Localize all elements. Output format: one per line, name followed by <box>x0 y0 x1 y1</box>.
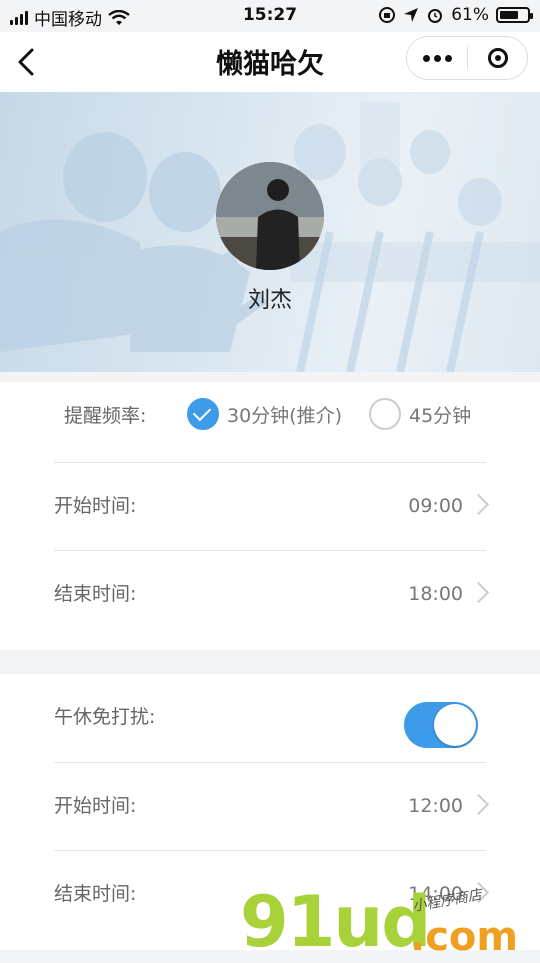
option-30-minutes[interactable]: 30分钟(推介) <box>187 398 342 430</box>
start-time-label: 开始时间: <box>54 495 137 517</box>
navigation-bar: 懒猫哈欠 <box>0 32 540 92</box>
close-target-icon <box>488 48 508 68</box>
chevron-right-icon <box>467 493 490 516</box>
nap-dnd-row: 午休免打扰: <box>54 674 486 763</box>
nap-start-label: 开始时间: <box>54 795 137 817</box>
reminder-frequency-row: 提醒频率: 30分钟(推介) 45分钟 <box>54 382 486 463</box>
option-45-label: 45分钟 <box>409 404 472 427</box>
mini-program-capsule <box>406 36 528 80</box>
nap-dnd-label: 午休免打扰: <box>54 706 156 728</box>
reminder-settings-card: 提醒频率: 30分钟(推介) 45分钟 开始时间: 09:00 结束时间: 18… <box>0 382 540 650</box>
nap-end-label: 结束时间: <box>54 883 137 905</box>
battery-percent: 61% <box>451 5 489 25</box>
chevron-right-icon <box>467 581 490 604</box>
more-dots-icon <box>422 54 430 62</box>
nap-dnd-toggle[interactable] <box>404 702 478 748</box>
profile-banner: 刘杰 <box>0 92 540 372</box>
user-name: 刘杰 <box>247 288 292 313</box>
location-arrow-icon <box>404 8 419 22</box>
reminder-frequency-label: 提醒频率: <box>64 405 147 427</box>
watermark-domain: .com <box>410 914 519 960</box>
status-bar: 中国移动 15:27 61% <box>0 0 540 32</box>
battery-icon <box>496 7 533 23</box>
reminder-end-time-row[interactable]: 结束时间: 18:00 <box>54 550 490 638</box>
close-button[interactable] <box>468 37 528 79</box>
start-time-value: 09:00 <box>408 495 463 517</box>
watermark-brand: 91ud <box>240 881 431 963</box>
nap-start-value: 12:00 <box>408 795 463 817</box>
avatar-photo <box>216 162 324 270</box>
watermark-logo: 91ud .com 小程序商店 <box>240 884 540 960</box>
chevron-right-icon <box>467 793 490 816</box>
more-button[interactable] <box>407 37 467 79</box>
rotation-lock-icon <box>379 7 396 23</box>
avatar[interactable] <box>216 162 324 270</box>
radio-unchecked-icon <box>369 398 401 430</box>
end-time-label: 结束时间: <box>54 583 137 605</box>
reminder-start-time-row[interactable]: 开始时间: 09:00 <box>54 462 490 551</box>
nap-start-time-row[interactable]: 开始时间: 12:00 <box>54 762 490 851</box>
toggle-knob <box>434 704 476 746</box>
end-time-value: 18:00 <box>408 583 463 605</box>
radio-checked-icon <box>187 398 219 430</box>
option-30-label: 30分钟(推介) <box>227 404 343 427</box>
option-45-minutes[interactable]: 45分钟 <box>369 398 471 430</box>
alarm-icon <box>428 9 443 23</box>
